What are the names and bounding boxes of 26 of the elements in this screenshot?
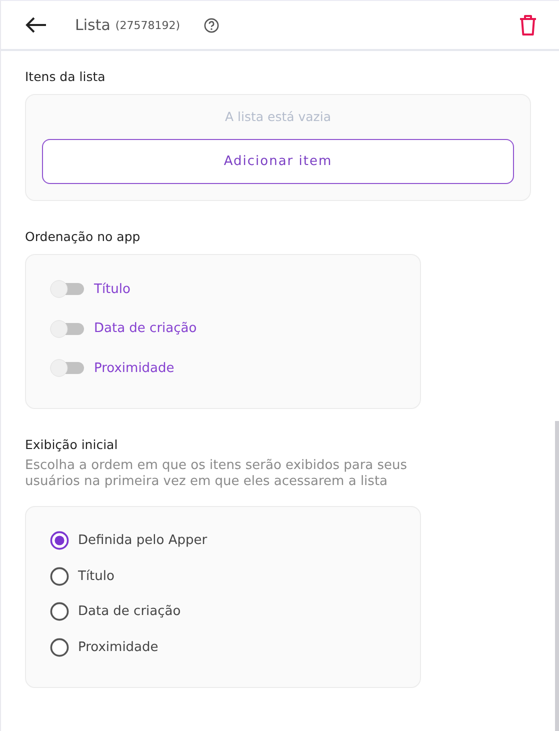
radio-button[interactable]	[50, 638, 69, 656]
toggle-switch[interactable]	[50, 320, 86, 338]
radio-label: Data de criação	[78, 604, 181, 619]
section-description: Escolha a ordem em que os itens serão exibidos para seus usuários na primeira vez em que eles acessarem a lista	[25, 458, 408, 490]
section-heading: Exibição inicial	[25, 436, 119, 452]
help-icon[interactable]	[204, 18, 219, 32]
trash-icon[interactable]	[519, 14, 537, 36]
radio-button[interactable]	[50, 602, 69, 621]
toggle-label: Título	[94, 282, 130, 296]
toggle-switch[interactable]	[50, 280, 86, 298]
list-id: (27578192)	[115, 18, 180, 32]
page-title: Lista	[75, 16, 110, 34]
radio-label: Título	[78, 568, 114, 584]
section-heading: Ordenação no app	[25, 229, 142, 244]
radio-button[interactable]	[50, 566, 69, 586]
section-heading: Itens da lista	[25, 69, 106, 84]
scrollbar[interactable]	[555, 421, 559, 731]
radio-label: Proximidade	[78, 640, 158, 654]
empty-list-text: A lista está vazia	[224, 109, 331, 124]
toggle-label: Proximidade	[94, 360, 174, 376]
radio-button[interactable]	[50, 531, 69, 550]
add-item-button[interactable]: Adicionar item	[42, 139, 514, 184]
radio-label: Definida pelo Apper	[78, 533, 208, 548]
toggle-label: Data de criação	[94, 321, 197, 336]
back-arrow-icon[interactable]	[25, 17, 47, 33]
toggle-switch[interactable]	[50, 359, 86, 377]
